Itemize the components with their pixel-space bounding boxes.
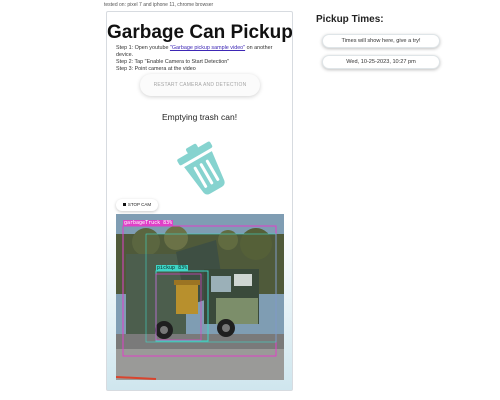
step-1: Step 1: Open youtube "Garbage pickup sam…: [116, 45, 288, 59]
stop-camera-button[interactable]: STOP CAM: [116, 199, 158, 211]
sample-video-link[interactable]: "Garbage pickup sample video": [170, 45, 245, 51]
instructions: Step 1: Open youtube "Garbage pickup sam…: [116, 45, 288, 73]
truck-detection-label: garbageTruck 83%: [123, 220, 174, 226]
stop-button-label: STOP CAM: [127, 202, 152, 207]
page-title: Garbage Can Pickup: [107, 22, 293, 43]
restart-camera-button[interactable]: RESTART CAMERA AND DETECTION: [140, 74, 260, 96]
stop-icon: [122, 203, 126, 207]
pickup-time-entry: Wed, 10-25-2023, 10:27 pm: [322, 55, 440, 69]
camera-scene: [116, 214, 284, 380]
pickup-detection-label: pickup 83%: [156, 265, 189, 271]
main-card: Garbage Can Pickup Step 1: Open youtube …: [106, 11, 293, 391]
step-2: Step 2: Tap "Enable Camera to Start Dete…: [116, 59, 230, 65]
pickup-times-title: Pickup Times:: [316, 14, 384, 25]
pickup-time-entry: Times will show here, give a try!: [322, 34, 440, 48]
detection-status: Emptying trash can!: [161, 112, 238, 122]
step-1-prefix: Step 1: Open youtube: [116, 45, 170, 51]
step-3: Step 3: Point camera at the video: [116, 66, 196, 72]
camera-feed: garbageTruck 83% pickup 83%: [116, 214, 284, 380]
trash-can-icon: [177, 141, 225, 195]
tested-devices-note: tested on: pixel 7 and iphone 11, chrome…: [104, 2, 214, 8]
